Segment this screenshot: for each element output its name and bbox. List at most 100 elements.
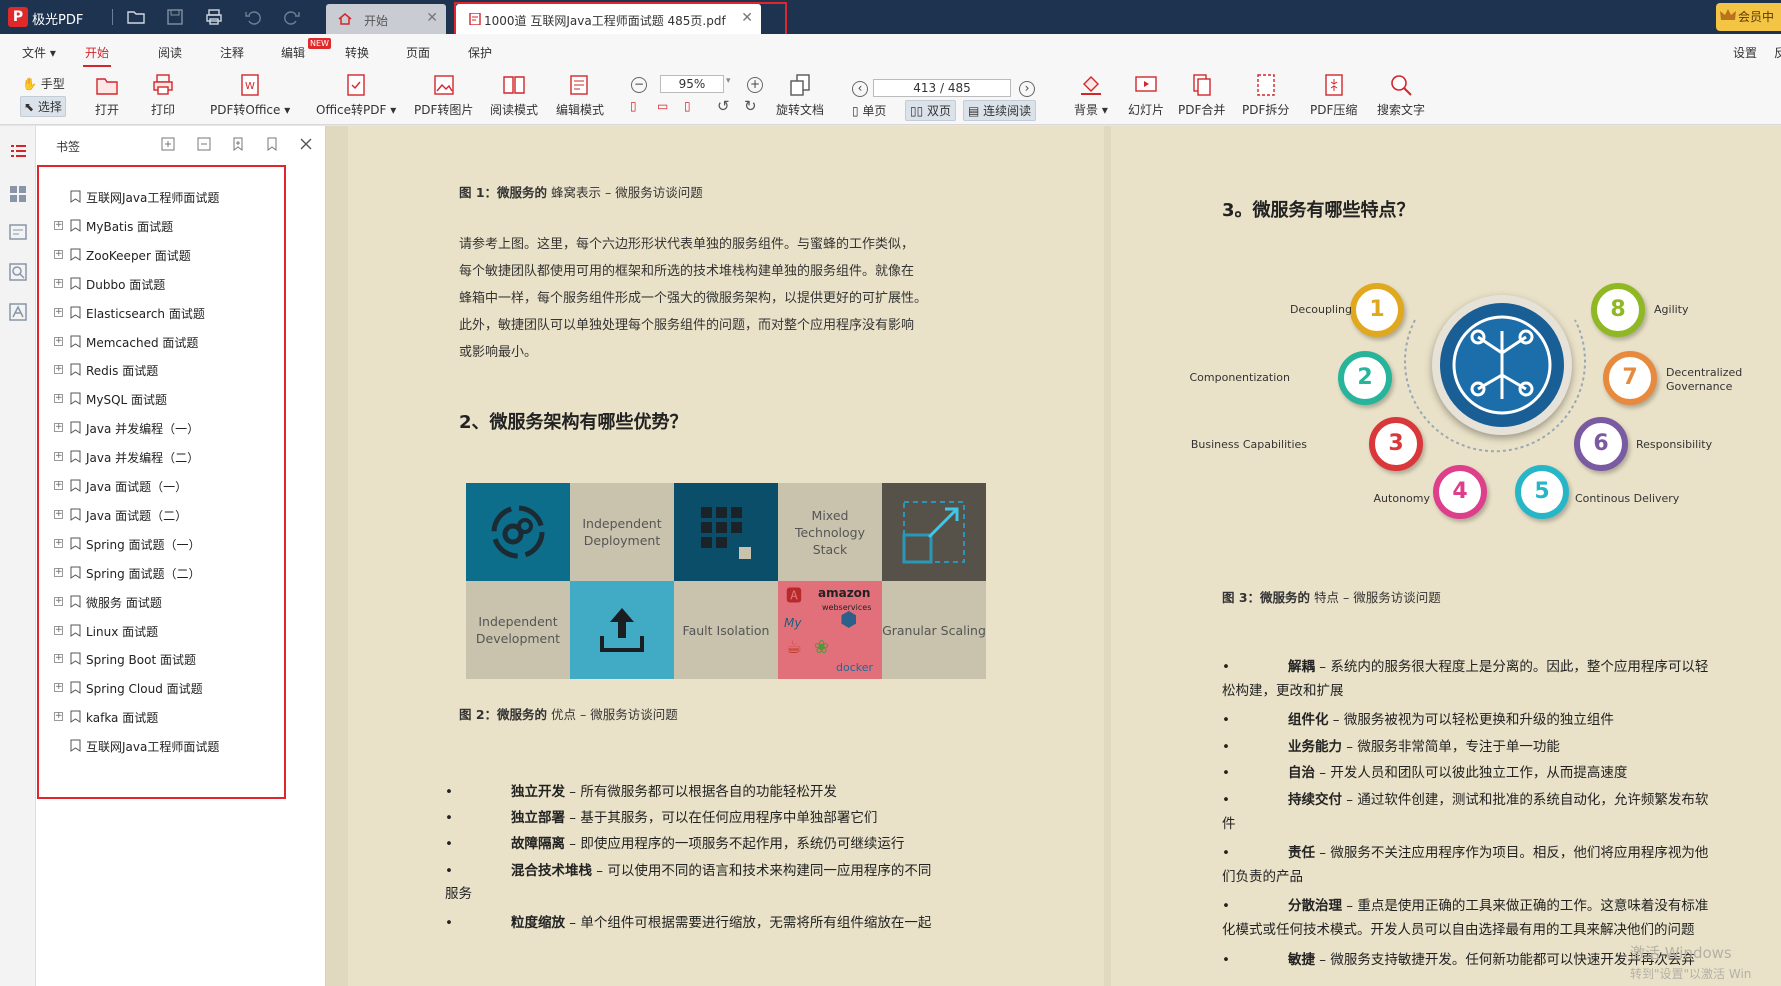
menu-annotate[interactable]: 注释 (220, 44, 244, 61)
expand-icon[interactable]: + (54, 249, 63, 259)
annotations-icon[interactable] (8, 222, 28, 242)
read-mode-button[interactable]: 阅读模式 (490, 72, 538, 118)
expand-icon[interactable]: + (54, 365, 63, 375)
pdf-to-office-button[interactable]: W PDF转Office ▾ (210, 72, 290, 118)
image-icon (433, 75, 454, 95)
expand-icon[interactable]: + (54, 625, 63, 635)
close-icon[interactable]: ✕ (426, 10, 438, 26)
pdf-to-image-button[interactable]: PDF转图片 (414, 72, 473, 118)
open-folder-icon[interactable] (126, 7, 146, 27)
expand-icon[interactable]: + (54, 307, 63, 317)
vip-button[interactable]: 会员中 (1716, 3, 1781, 31)
continuous-read-button[interactable]: ▤ 连续阅读 (963, 100, 1037, 121)
menu-protect[interactable]: 保护 (468, 44, 492, 61)
bullet-icon: • (445, 862, 453, 879)
rotate-right-icon[interactable]: ↻ (744, 97, 757, 115)
expand-icon[interactable]: + (54, 481, 63, 490)
pdf-merge-button[interactable]: PDF合并 (1178, 72, 1225, 118)
expand-icon[interactable]: + (54, 683, 63, 693)
pdf-reader-window: P 极光PDF 开始 ✕ 1000道 互联网Java工程师面试题 485页.pd… (0, 0, 1781, 986)
expand-icon[interactable]: + (54, 220, 63, 230)
double-page-button[interactable]: ▯▯ 双页 (905, 100, 957, 121)
pdf-compress-button[interactable]: PDF压缩 (1310, 72, 1357, 118)
expand-icon[interactable]: + (54, 278, 63, 288)
zoom-input[interactable]: 95% (660, 75, 724, 93)
figure2-advantages-graphic: Independent Deployment Mixed Technology … (466, 483, 986, 679)
expand-all-icon[interactable] (160, 136, 176, 152)
expand-icon[interactable]: + (54, 394, 63, 404)
menu-edit[interactable]: 编辑 (281, 44, 305, 61)
expand-icon[interactable]: + (54, 654, 63, 664)
fit-width-icon[interactable]: ▭ (657, 99, 668, 113)
print-button[interactable]: 打印 (150, 72, 176, 118)
bookmark-label: Memcached 面试题 (86, 335, 199, 350)
open-button[interactable]: 打开 (94, 72, 120, 118)
gears-cycle-icon (491, 505, 545, 559)
expand-icon[interactable]: + (54, 452, 63, 462)
add-bookmark-icon[interactable] (230, 136, 246, 152)
signature-icon[interactable] (8, 302, 28, 322)
slideshow-icon (1135, 76, 1157, 92)
bookmark-label: Java 面试题（一） (86, 480, 188, 494)
prev-page-icon[interactable]: ‹ (852, 81, 868, 97)
tab-document[interactable]: 1000道 互联网Java工程师面试题 485页.pdf ✕ (456, 4, 761, 34)
gears-tile (466, 483, 570, 581)
save-icon[interactable] (165, 7, 185, 27)
menu-overflow[interactable]: 反 (1774, 44, 1781, 61)
search-panel-icon[interactable] (8, 262, 28, 282)
pdf-to-word-icon: W (241, 74, 259, 96)
page-number-input[interactable]: 413 / 485 (873, 79, 1011, 97)
expand-icon[interactable]: + (54, 538, 63, 548)
collapse-all-icon[interactable] (196, 136, 212, 152)
bookmark-icon[interactable] (264, 136, 280, 152)
tab-home[interactable]: 开始 ✕ (326, 4, 446, 34)
menu-read[interactable]: 阅读 (158, 44, 182, 61)
list-item-term: 混合技术堆栈 (511, 862, 592, 879)
list-item-text: – 微服务非常简单，专注于单一功能 (1342, 738, 1560, 755)
expand-icon[interactable]: + (54, 336, 63, 346)
expand-icon[interactable]: + (54, 567, 63, 577)
select-tool[interactable]: ⬉ 选择 (20, 96, 66, 117)
next-page-icon[interactable]: › (1019, 81, 1035, 97)
expand-icon[interactable]: + (54, 596, 63, 606)
close-panel-icon[interactable] (298, 136, 314, 152)
pdf-compress-label: PDF压缩 (1310, 103, 1358, 117)
close-icon[interactable]: ✕ (741, 10, 753, 26)
single-page-button[interactable]: ▯ 单页 (850, 101, 888, 120)
zoom-out-icon[interactable]: − (631, 77, 647, 93)
menu-settings[interactable]: 设置 (1733, 44, 1757, 61)
menu-convert[interactable]: 转换 (345, 44, 369, 61)
background-button[interactable]: 背景 ▾ (1074, 72, 1108, 118)
search-text-button[interactable]: 搜索文字 (1377, 72, 1425, 118)
zoom-dropdown-icon[interactable]: ▾ (726, 76, 731, 86)
pdf-split-button[interactable]: PDF拆分 (1242, 72, 1289, 118)
fit-page-icon[interactable]: ▯ (630, 99, 637, 113)
actual-size-icon[interactable]: ▯ (684, 99, 691, 113)
zoom-in-icon[interactable]: + (747, 77, 763, 93)
slideshow-button[interactable]: 幻灯片 (1128, 72, 1164, 118)
rotate-document-button[interactable]: 旋转文档 (776, 72, 824, 118)
java-logo-icon: ☕ (786, 637, 803, 658)
undo-icon[interactable] (243, 7, 263, 27)
menu-start[interactable]: 开始 (82, 44, 112, 67)
expand-icon[interactable]: + (54, 712, 63, 722)
bookmark-list-icon[interactable] (8, 142, 28, 162)
print-icon[interactable] (204, 7, 224, 27)
bookmark-icon (70, 508, 81, 521)
ribbon-toolbar: ✋ 手型 ⬉ 选择 打开 打印 W PDF转Office ▾ Office转PDF… (0, 67, 1781, 125)
menu-page[interactable]: 页面 (406, 44, 430, 61)
redo-icon[interactable] (282, 7, 302, 27)
bookmark-label: Java 并发编程（二） (86, 451, 200, 466)
hand-tool-label: 手型 (40, 77, 65, 91)
list-item: • 独立部署 – 基于其服务，可以在任何应用程序中单独部署它们 (445, 807, 1005, 831)
characteristic-number: 5 (1515, 465, 1569, 519)
expand-icon[interactable]: + (54, 509, 63, 519)
office-to-pdf-button[interactable]: Office转PDF ▾ (316, 72, 396, 118)
edit-mode-button[interactable]: 编辑模式 (556, 72, 604, 118)
menu-file[interactable]: 文件 ▾ (22, 44, 56, 61)
hand-tool[interactable]: ✋ 手型 (22, 75, 65, 92)
expand-icon[interactable]: + (54, 423, 63, 433)
list-item-text: – 重点是使用正确的工具来做正确的工作。这意味着没有标准 (1342, 898, 1709, 915)
rotate-left-icon[interactable]: ↺ (717, 97, 730, 115)
thumbnails-icon[interactable] (8, 184, 28, 204)
